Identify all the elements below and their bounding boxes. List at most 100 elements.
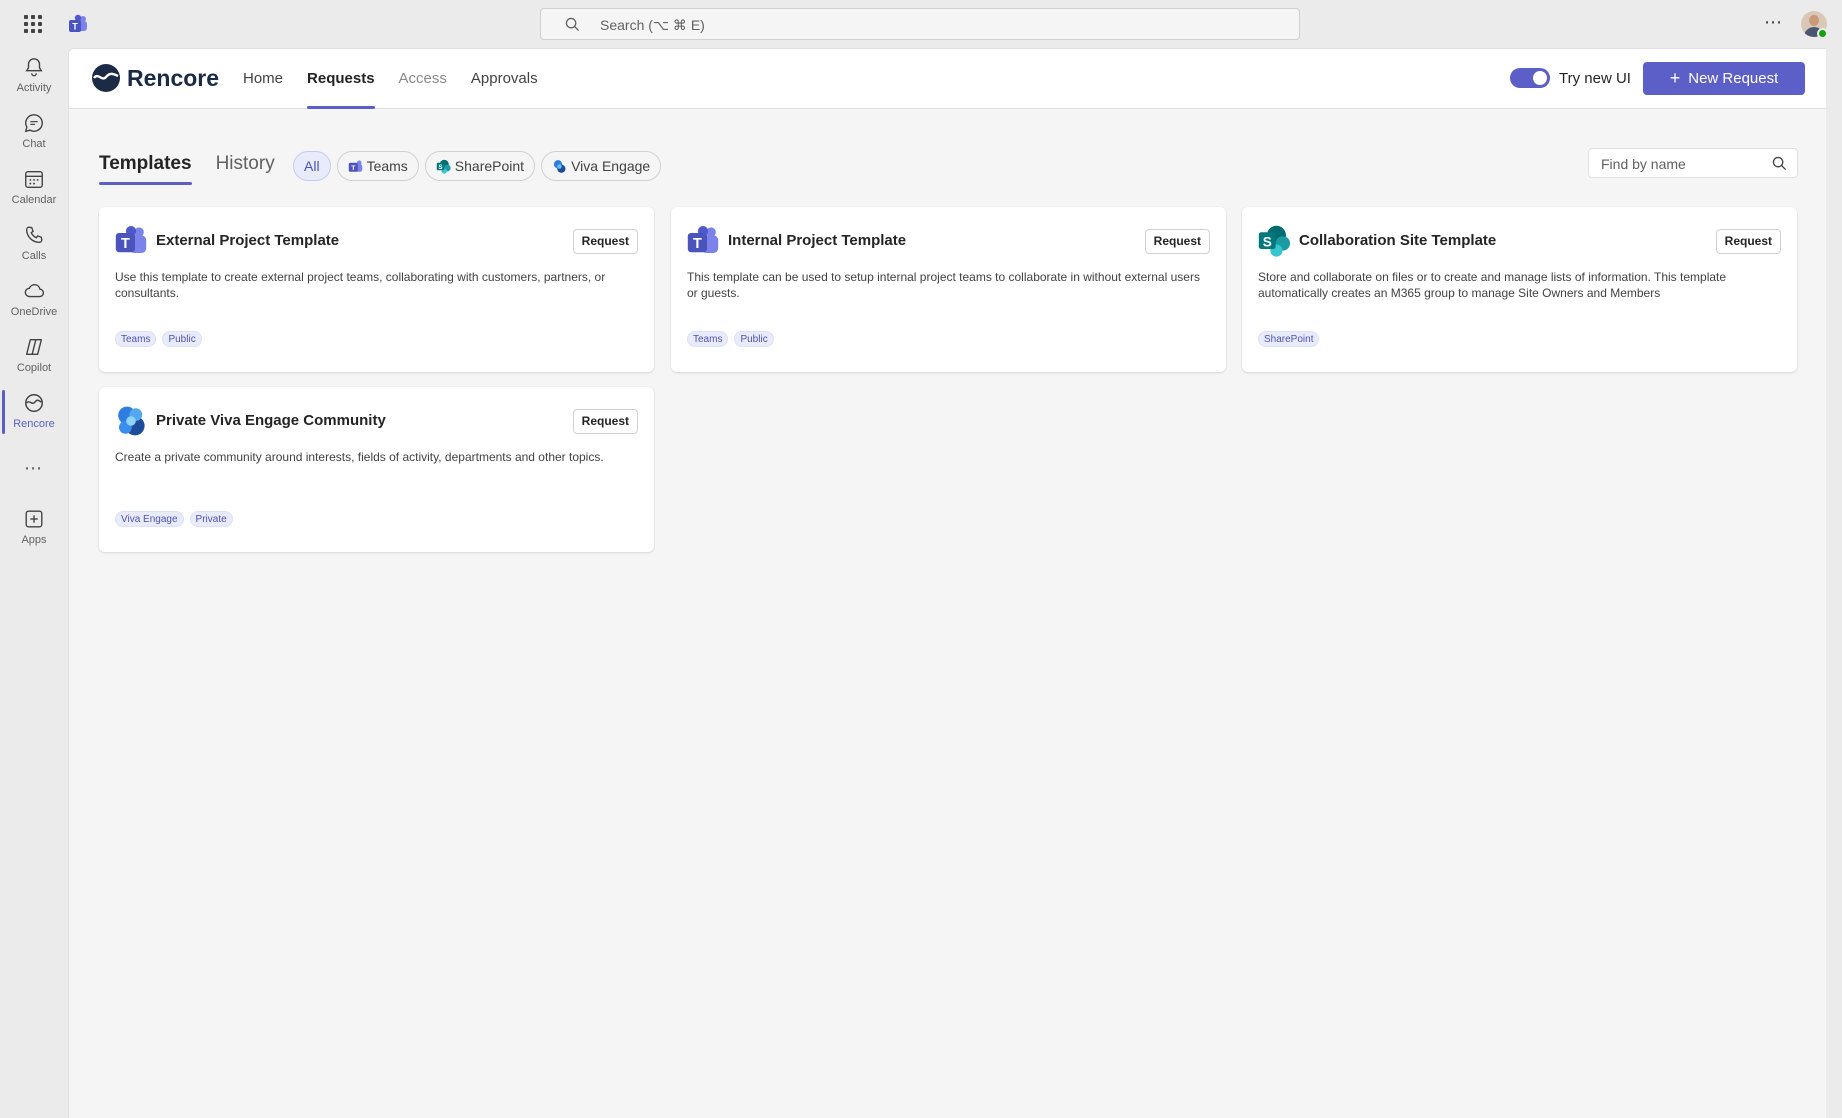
- tag: Private: [189, 511, 233, 527]
- filter-viva-engage[interactable]: Viva Engage: [541, 151, 662, 181]
- template-card[interactable]: T Internal Project Template Request This…: [671, 207, 1226, 372]
- rencore-logo-icon: [92, 64, 120, 92]
- rail-label: Apps: [21, 534, 47, 546]
- filter-label: Viva Engage: [571, 158, 651, 174]
- teams-icon: T: [115, 225, 147, 262]
- rail-item-copilot[interactable]: Copilot: [0, 328, 68, 384]
- search-icon: [565, 17, 580, 37]
- bell-icon: [25, 58, 43, 77]
- card-title: Collaboration Site Template: [1299, 232, 1497, 249]
- rail-item-chat[interactable]: Chat: [0, 104, 68, 160]
- tab-history[interactable]: History: [216, 153, 275, 183]
- filter-sharepoint[interactable]: S SharePoint: [424, 151, 536, 181]
- request-button[interactable]: Request: [1715, 229, 1781, 254]
- presence-badge: [1817, 28, 1828, 39]
- copilot-icon: [25, 338, 43, 356]
- rail-item-rencore[interactable]: Rencore: [0, 384, 68, 440]
- rail-item-calls[interactable]: Calls: [0, 216, 68, 272]
- sharepoint-icon: S: [436, 159, 451, 174]
- card-title: Private Viva Engage Community: [156, 412, 386, 429]
- new-request-button[interactable]: + New Request: [1643, 62, 1805, 95]
- rail-more-icon[interactable]: ⋯: [24, 458, 43, 479]
- rail-label: Activity: [16, 82, 52, 94]
- card-tags: Teams Public: [687, 331, 780, 347]
- card-description: Create a private community around intere…: [115, 450, 604, 464]
- svg-text:T: T: [72, 22, 78, 32]
- search-icon: [1772, 156, 1787, 171]
- rail-item-calendar[interactable]: Calendar: [0, 160, 68, 216]
- more-options-icon[interactable]: ⋯: [1764, 12, 1783, 33]
- card-title: External Project Template: [156, 232, 340, 249]
- filter-all[interactable]: All: [293, 151, 331, 181]
- filter-teams[interactable]: T Teams: [336, 151, 419, 181]
- cloud-icon: [24, 284, 45, 298]
- svg-text:S: S: [438, 165, 442, 171]
- tag: SharePoint: [1258, 331, 1320, 347]
- rail-label: Calls: [21, 250, 47, 262]
- rail-item-onedrive[interactable]: OneDrive: [0, 272, 68, 328]
- card-description: Use this template to create external pro…: [115, 270, 606, 300]
- svg-text:T: T: [693, 236, 702, 252]
- nav-requests[interactable]: Requests: [307, 49, 375, 109]
- rail-label: Chat: [22, 138, 46, 150]
- nav-approvals[interactable]: Approvals: [471, 49, 538, 109]
- template-card[interactable]: S Collaboration Site Template Request St…: [1242, 207, 1797, 372]
- tag: Teams: [687, 331, 729, 347]
- chat-icon: [24, 114, 43, 133]
- nav-access[interactable]: Access: [399, 49, 447, 109]
- app-launcher-icon[interactable]: [24, 15, 42, 33]
- left-rail: Activity Chat Calendar Calls OneDrive Co…: [0, 48, 68, 1118]
- rail-item-apps[interactable]: Apps: [0, 500, 68, 556]
- viva-engage-icon: [115, 405, 147, 442]
- svg-text:T: T: [121, 236, 130, 252]
- brand-name: Rencore: [127, 64, 220, 91]
- find-placeholder: Find by name: [1601, 156, 1686, 172]
- viva-engage-icon: [553, 159, 566, 173]
- tag: Public: [734, 331, 774, 347]
- request-button[interactable]: Request: [572, 229, 638, 254]
- template-card[interactable]: Private Viva Engage Community Request Cr…: [99, 387, 654, 552]
- filter-label: Teams: [366, 158, 408, 174]
- request-button[interactable]: Request: [1144, 229, 1210, 254]
- tab-templates[interactable]: Templates: [99, 153, 192, 185]
- rail-label: Calendar: [11, 194, 57, 206]
- phone-icon: [25, 226, 43, 244]
- tag: Teams: [115, 331, 157, 347]
- card-tags: SharePoint: [1258, 331, 1325, 347]
- nav-home[interactable]: Home: [243, 49, 283, 109]
- svg-text:S: S: [1263, 234, 1272, 249]
- rail-label: Copilot: [16, 362, 52, 374]
- app-header: Rencore Home Requests Access Approvals T…: [69, 49, 1826, 109]
- tag: Public: [162, 331, 202, 347]
- filter-label: SharePoint: [454, 158, 525, 174]
- tag: Viva Engage: [115, 511, 184, 527]
- find-by-name-input[interactable]: Find by name: [1588, 148, 1798, 178]
- rail-label: Rencore: [13, 418, 55, 430]
- rencore-icon: [25, 394, 43, 412]
- teams-logo-icon: T: [68, 14, 88, 39]
- card-description: This template can be used to setup inter…: [687, 270, 1200, 300]
- rail-item-activity[interactable]: Activity: [0, 48, 68, 104]
- sharepoint-icon: S: [1258, 225, 1290, 262]
- card-tags: Teams Public: [115, 331, 208, 347]
- apps-add-icon: [25, 510, 43, 528]
- rencore-brand[interactable]: Rencore: [91, 63, 219, 93]
- filter-chips: All T Teams S SharePoint Viva Engage: [293, 151, 667, 181]
- teams-icon: T: [348, 160, 362, 171]
- subtabs: Templates History: [99, 153, 299, 185]
- teams-icon: T: [687, 225, 719, 262]
- calendar-icon: [25, 170, 43, 188]
- title-bar: T Search (⌥ ⌘ E) ⋯: [0, 0, 1842, 48]
- rail-label: OneDrive: [10, 306, 58, 318]
- try-new-ui-toggle[interactable]: [1510, 68, 1550, 88]
- main-content: Rencore Home Requests Access Approvals T…: [68, 48, 1826, 1118]
- template-card[interactable]: T External Project Template Request Use …: [99, 207, 654, 372]
- filter-label: All: [304, 158, 320, 174]
- top-nav: Home Requests Access Approvals: [243, 49, 562, 109]
- new-request-label: New Request: [1688, 70, 1779, 87]
- card-description: Store and collaborate on files or to cre…: [1258, 270, 1727, 300]
- request-button[interactable]: Request: [572, 409, 638, 434]
- global-search-input[interactable]: Search (⌥ ⌘ E): [540, 8, 1300, 40]
- plus-icon: +: [1669, 68, 1681, 88]
- toggle-label: Try new UI: [1559, 70, 1631, 87]
